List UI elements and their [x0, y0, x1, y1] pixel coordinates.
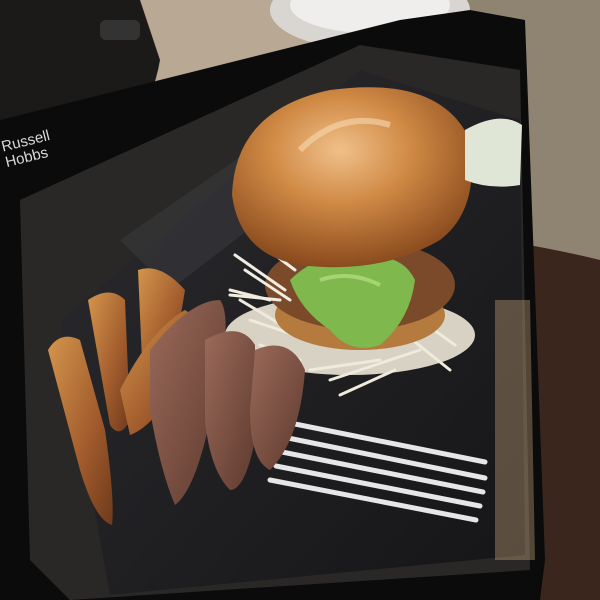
photo-scene: Russell Hobbs: [0, 0, 600, 600]
photo-illustration: [0, 0, 600, 600]
cabbage-leaf: [465, 118, 522, 187]
